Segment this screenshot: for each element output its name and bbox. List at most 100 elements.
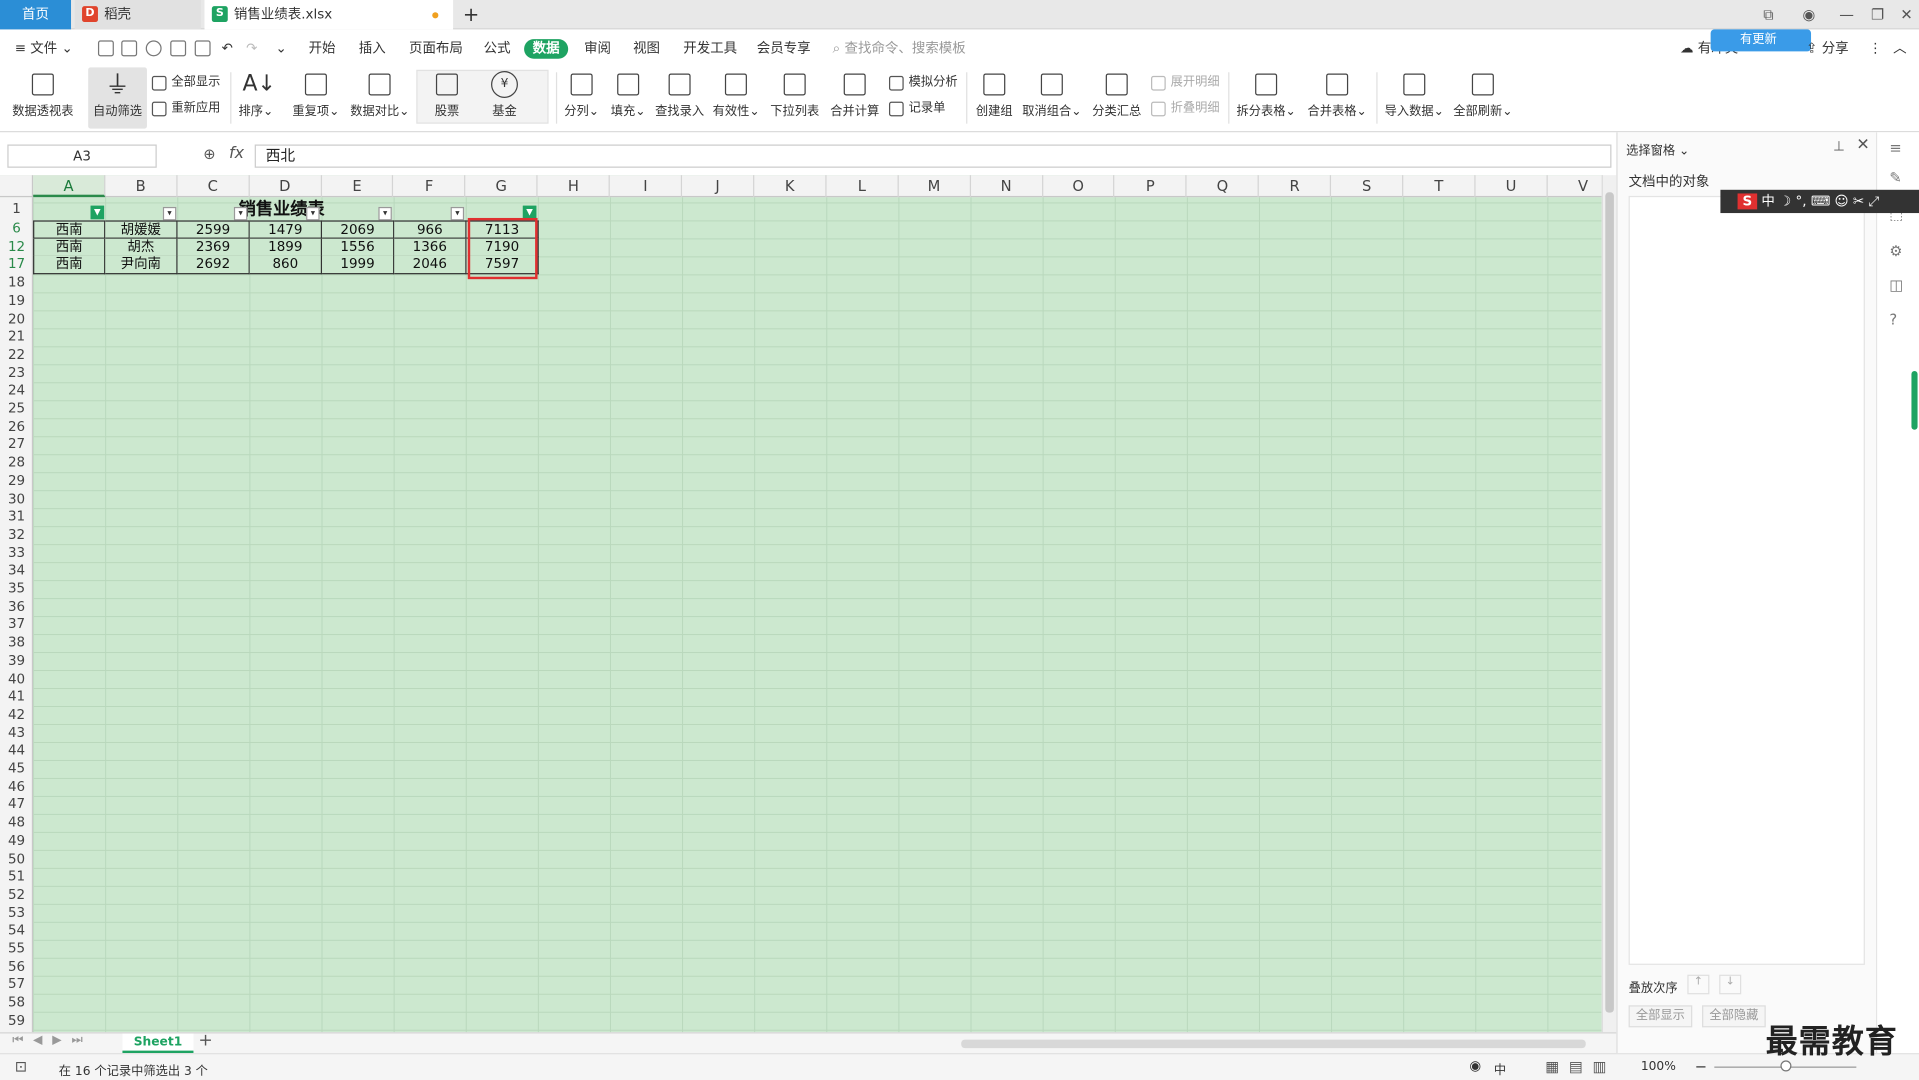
pin-icon[interactable]: ⊥ bbox=[1833, 138, 1845, 154]
customize-icon[interactable]: ⌄ bbox=[276, 39, 287, 59]
column-header[interactable]: B bbox=[105, 175, 178, 198]
ime-status[interactable]: 中 bbox=[1494, 1059, 1506, 1077]
row-header[interactable]: 12 bbox=[0, 238, 33, 256]
column-header[interactable]: V bbox=[1548, 175, 1602, 197]
tab-daoke[interactable]: D 稻壳 bbox=[74, 0, 201, 30]
table-cell[interactable]: 西南 bbox=[33, 238, 106, 257]
fill-button[interactable]: 填充⌄ bbox=[607, 67, 649, 128]
send-backward-icon[interactable]: ↓ bbox=[1719, 974, 1742, 995]
row-header[interactable]: 40 bbox=[0, 670, 33, 688]
collapse-detail-button[interactable]: 折叠明细 bbox=[1151, 98, 1220, 120]
new-icon[interactable] bbox=[97, 40, 114, 57]
minimize-button[interactable]: — bbox=[1839, 0, 1854, 29]
filter-dropdown-icon[interactable]: ▾ bbox=[162, 206, 177, 221]
table-cell[interactable]: 1999 bbox=[322, 256, 395, 275]
row-header[interactable]: 17 bbox=[0, 256, 33, 274]
filter-dropdown-icon[interactable]: ▾ bbox=[306, 206, 320, 221]
column-header[interactable]: N bbox=[971, 175, 1043, 198]
fx-icon[interactable]: fx bbox=[229, 144, 244, 162]
row-header[interactable]: 33 bbox=[0, 544, 33, 562]
table-cell[interactable]: 尹向南 bbox=[105, 256, 178, 275]
undo-icon[interactable]: ↶ bbox=[222, 39, 233, 59]
menu-layout[interactable]: 页面布局 bbox=[409, 39, 463, 59]
redo-icon[interactable]: ↷ bbox=[246, 39, 257, 59]
column-header[interactable]: S bbox=[1331, 175, 1404, 198]
import-data-button[interactable]: 导入数据⌄ bbox=[1384, 67, 1445, 128]
row-header[interactable]: 22 bbox=[0, 346, 33, 364]
filter-dropdown-icon[interactable]: ▾ bbox=[378, 206, 392, 221]
add-sheet-button[interactable]: + bbox=[198, 1031, 212, 1051]
column-header[interactable]: E bbox=[322, 175, 394, 198]
merge-table-button[interactable]: 合并表格⌄ bbox=[1305, 67, 1369, 128]
row-header[interactable]: 36 bbox=[0, 598, 33, 616]
column-header[interactable]: A bbox=[33, 175, 106, 198]
new-tab-button[interactable]: + bbox=[463, 0, 479, 29]
side-scroll-indicator[interactable] bbox=[1911, 371, 1918, 430]
print-preview-icon[interactable] bbox=[194, 40, 211, 57]
sheet-tab-sheet1[interactable]: Sheet1 bbox=[122, 1033, 194, 1054]
stock-button[interactable]: 股票 bbox=[420, 67, 474, 128]
column-header[interactable]: O bbox=[1043, 175, 1115, 198]
lookup-entry-button[interactable]: 查找录入 bbox=[654, 67, 705, 128]
column-header[interactable]: J bbox=[682, 175, 755, 198]
update-badge[interactable]: 有更新 bbox=[1710, 29, 1812, 52]
select-all-corner[interactable] bbox=[0, 175, 34, 198]
dropdown-list-button[interactable]: 下拉列表 bbox=[769, 67, 820, 128]
row-header[interactable]: 50 bbox=[0, 850, 33, 868]
row-header[interactable]: 51 bbox=[0, 868, 33, 886]
row-header[interactable]: 32 bbox=[0, 526, 33, 544]
row-header[interactable]: 31 bbox=[0, 508, 33, 526]
row-header[interactable]: 39 bbox=[0, 652, 33, 670]
group-button[interactable]: 创建组 bbox=[972, 67, 1016, 128]
window-mode-icon[interactable]: ⧉ bbox=[1763, 0, 1774, 29]
column-header[interactable]: F bbox=[394, 175, 466, 198]
table-cell[interactable]: 西南 bbox=[33, 256, 106, 275]
menu-insert[interactable]: 插入 bbox=[359, 39, 386, 59]
column-header[interactable]: Q bbox=[1187, 175, 1260, 198]
row-header[interactable]: 55 bbox=[0, 940, 33, 958]
share-button[interactable]: ⇪ 分享 bbox=[1806, 39, 1849, 59]
row-header[interactable]: 53 bbox=[0, 904, 33, 922]
column-header[interactable]: T bbox=[1403, 175, 1476, 198]
view-mode-icons[interactable]: ▦▤▥ bbox=[1545, 1058, 1616, 1075]
row-header[interactable]: 26 bbox=[0, 418, 33, 436]
fund-button[interactable]: ¥ 基金 bbox=[478, 67, 532, 128]
pivot-table-button[interactable]: 数据透视表 bbox=[10, 67, 76, 128]
column-header[interactable]: G bbox=[466, 175, 538, 198]
refresh-all-button[interactable]: 全部刷新⌄ bbox=[1452, 67, 1513, 128]
table-cell[interactable]: 西南 bbox=[33, 220, 106, 239]
show-all-button[interactable]: 全部显示 bbox=[151, 72, 220, 94]
row-header[interactable]: 24 bbox=[0, 382, 33, 400]
ungroup-button[interactable]: 取消组合⌄ bbox=[1021, 67, 1082, 128]
row-header[interactable]: 42 bbox=[0, 706, 33, 724]
macro-icon[interactable]: ⊡ bbox=[15, 1058, 27, 1075]
table-cell[interactable]: 1366 bbox=[394, 238, 467, 257]
reapply-button[interactable]: 重新应用 bbox=[151, 98, 220, 120]
row-header[interactable]: 41 bbox=[0, 688, 33, 706]
expand-detail-button[interactable]: 展开明细 bbox=[1151, 72, 1220, 94]
cell-area[interactable] bbox=[33, 197, 1602, 1033]
side-style-icon[interactable]: ✎ bbox=[1889, 169, 1901, 186]
objects-list[interactable] bbox=[1628, 195, 1865, 965]
row-header[interactable]: 25 bbox=[0, 400, 33, 418]
file-menu[interactable]: ≡ 文件 ⌄ bbox=[15, 39, 73, 59]
horizontal-scrollbar[interactable] bbox=[961, 1039, 1586, 1049]
hide-all-objects-button[interactable]: 全部隐藏 bbox=[1702, 1005, 1766, 1028]
scroll-thumb[interactable] bbox=[1605, 192, 1614, 1013]
table-cell[interactable]: 860 bbox=[249, 256, 323, 275]
subtotal-button[interactable]: 分类汇总 bbox=[1090, 67, 1144, 128]
record-form-button[interactable]: 记录单 bbox=[888, 98, 945, 120]
menu-home[interactable]: 开始 bbox=[309, 39, 336, 59]
row-header[interactable]: 21 bbox=[0, 328, 33, 346]
collapse-ribbon-icon[interactable]: ︿ bbox=[1893, 39, 1906, 59]
row-header[interactable]: 18 bbox=[0, 274, 33, 292]
row-header[interactable]: 20 bbox=[0, 310, 33, 328]
vertical-scrollbar[interactable] bbox=[1601, 175, 1617, 1033]
column-header[interactable]: H bbox=[538, 175, 611, 198]
side-settings-icon[interactable]: ⚙ bbox=[1889, 242, 1902, 259]
show-all-objects-button[interactable]: 全部显示 bbox=[1628, 1005, 1693, 1028]
split-table-button[interactable]: 拆分表格⌄ bbox=[1234, 67, 1298, 128]
restore-button[interactable]: ❐ bbox=[1871, 0, 1884, 29]
row-header[interactable]: 34 bbox=[0, 562, 33, 580]
filter-dropdown-icon[interactable]: ▾ bbox=[450, 206, 465, 221]
